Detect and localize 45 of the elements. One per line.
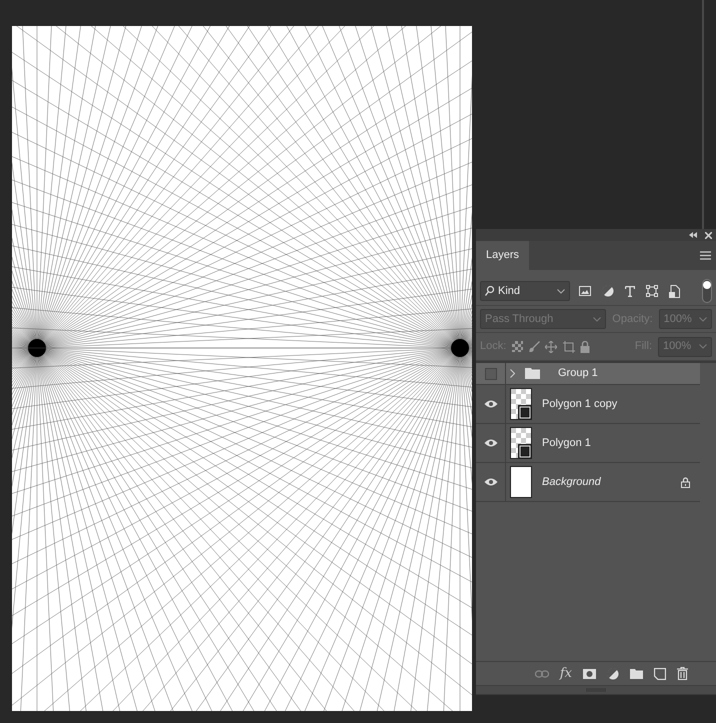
trash-icon[interactable] (677, 667, 688, 680)
layer-thumbnail (510, 466, 532, 498)
layer-row[interactable]: Background (476, 463, 700, 502)
layer-name: Group 1 (558, 366, 598, 382)
image-icon[interactable] (578, 286, 591, 296)
chevron-icon[interactable] (510, 369, 515, 378)
layer-row[interactable]: Group 1 (476, 363, 700, 385)
folder-icon (525, 368, 540, 379)
smart-object-icon[interactable] (668, 284, 680, 298)
mask-icon[interactable] (583, 668, 596, 678)
folder-icon[interactable] (630, 668, 643, 678)
filter-dropdown[interactable]: Kind (480, 281, 570, 301)
search-icon (485, 286, 494, 296)
eye-icon[interactable] (484, 439, 498, 447)
layer-name: Polygon 1 (542, 436, 591, 451)
caret-icon (699, 344, 707, 349)
checkerboard-icon[interactable] (512, 341, 524, 352)
layers-tab[interactable]: Layers (476, 241, 530, 270)
transform-icon[interactable] (646, 285, 658, 297)
filter-toggle[interactable] (702, 279, 712, 303)
layer-row[interactable]: Polygon 1 (476, 424, 700, 463)
caret-icon (593, 316, 602, 322)
brush-icon[interactable] (528, 341, 540, 352)
crop-icon[interactable] (562, 340, 575, 352)
caret-icon (557, 288, 565, 294)
scrollbar[interactable] (702, 0, 704, 229)
layer-name: Background (542, 474, 601, 490)
eye-icon[interactable] (484, 400, 498, 408)
fx-button[interactable]: fx (560, 667, 572, 680)
close-icon[interactable] (705, 232, 712, 238)
layer-name: Polygon 1 copy (542, 396, 618, 412)
caret-icon (699, 316, 707, 322)
half-circle-icon[interactable] (607, 668, 619, 680)
lock-icon[interactable] (580, 340, 590, 352)
eye-icon[interactable] (484, 478, 498, 486)
shape-thumbnail-icon (510, 388, 532, 420)
layer-row[interactable]: Polygon 1 copy (476, 385, 700, 424)
visibility-toggle[interactable] (484, 368, 496, 380)
move-icon[interactable] (545, 340, 558, 352)
half-circle-icon[interactable] (602, 285, 614, 297)
menu-icon[interactable] (700, 251, 710, 260)
new-layer-icon[interactable] (654, 668, 666, 680)
collapse-icon[interactable] (689, 232, 697, 238)
text-icon[interactable] (624, 286, 635, 296)
shape-thumbnail-icon (510, 427, 532, 459)
